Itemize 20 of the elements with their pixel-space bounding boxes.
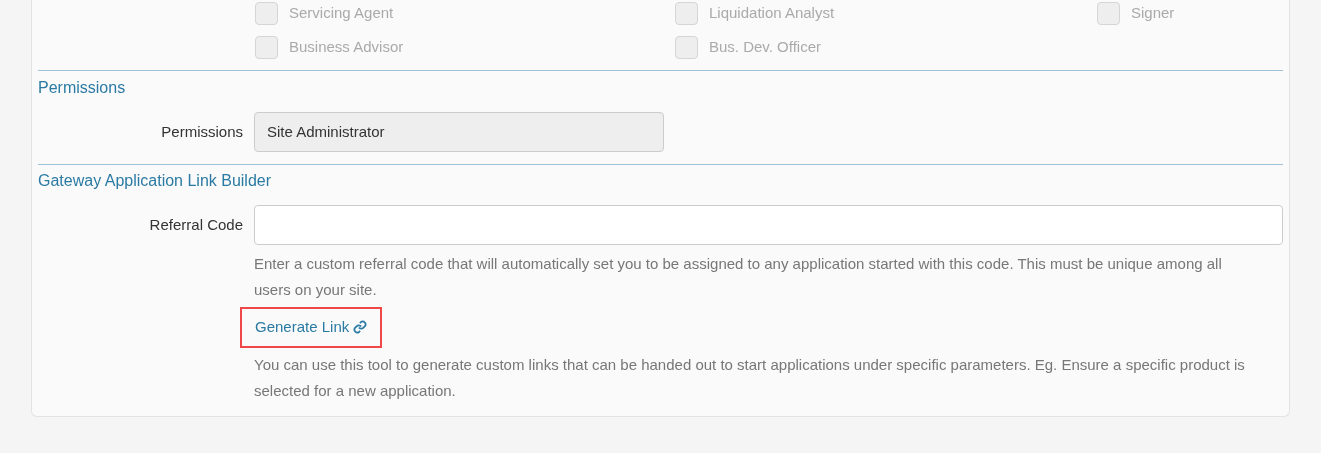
section-heading: Gateway Application Link Builder	[38, 171, 273, 191]
help-text: You can use this tool to generate custom links that can be handed out to start applications under specific parameters. Eg. Ensure a specific product is selected for a new application.	[254, 354, 1246, 401]
checkbox[interactable]	[255, 1, 278, 25]
section-heading: Permissions	[38, 78, 127, 98]
help-text: Enter a custom referral code that will automatically set you to be assigned to any application started with this code. This must be unique among all users on your site.	[254, 254, 1223, 300]
checkbox[interactable]	[675, 35, 698, 59]
checkbox-label: Bus. Dev. Officer	[709, 36, 821, 57]
checkbox-label: Liquidation Analyst	[709, 2, 835, 23]
checkbox[interactable]	[1097, 1, 1120, 25]
checkbox-label: Servicing Agent	[289, 2, 394, 23]
generate-link[interactable]: Generate Link	[240, 307, 383, 348]
field-label: Referral Code	[148, 214, 243, 235]
checkbox[interactable]	[675, 1, 698, 25]
referral-code-field[interactable]	[254, 205, 1283, 245]
permissions-field[interactable]: Site Administrator	[254, 112, 664, 152]
field-label: Permissions	[160, 121, 243, 142]
checkbox-label: Business Advisor	[289, 36, 404, 57]
checkbox-label: Signer	[1131, 2, 1175, 23]
checkbox[interactable]	[255, 35, 278, 59]
link-icon	[353, 320, 368, 335]
